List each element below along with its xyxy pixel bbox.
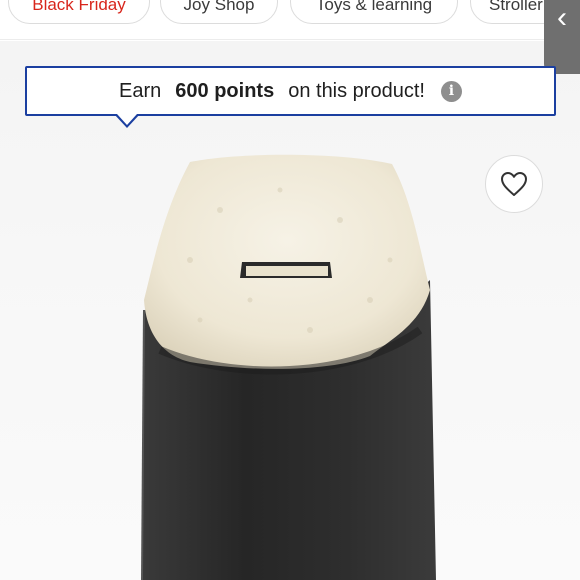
category-chip-black-friday[interactable]: Black Friday: [8, 0, 150, 24]
category-chip-row: Black Friday Joy Shop Toys & learning St…: [0, 0, 580, 40]
chevron-left-icon: ‹: [557, 1, 567, 34]
info-icon[interactable]: i: [440, 80, 462, 102]
points-banner-prefix: Earn: [119, 79, 162, 102]
product-photo: [141, 154, 436, 580]
back-button[interactable]: ‹: [544, 0, 580, 74]
category-chip-joy-shop[interactable]: Joy Shop: [160, 0, 278, 24]
points-banner: Earn 600 points on this product! i: [25, 66, 556, 116]
footmuff-hood: [144, 154, 430, 369]
points-amount: 600 points: [175, 79, 275, 102]
points-banner-suffix: on this product!: [288, 79, 425, 102]
favorite-button[interactable]: [485, 155, 543, 213]
category-chip-toys-learning[interactable]: Toys & learning: [290, 0, 458, 24]
heart-outline-icon: [501, 172, 527, 196]
